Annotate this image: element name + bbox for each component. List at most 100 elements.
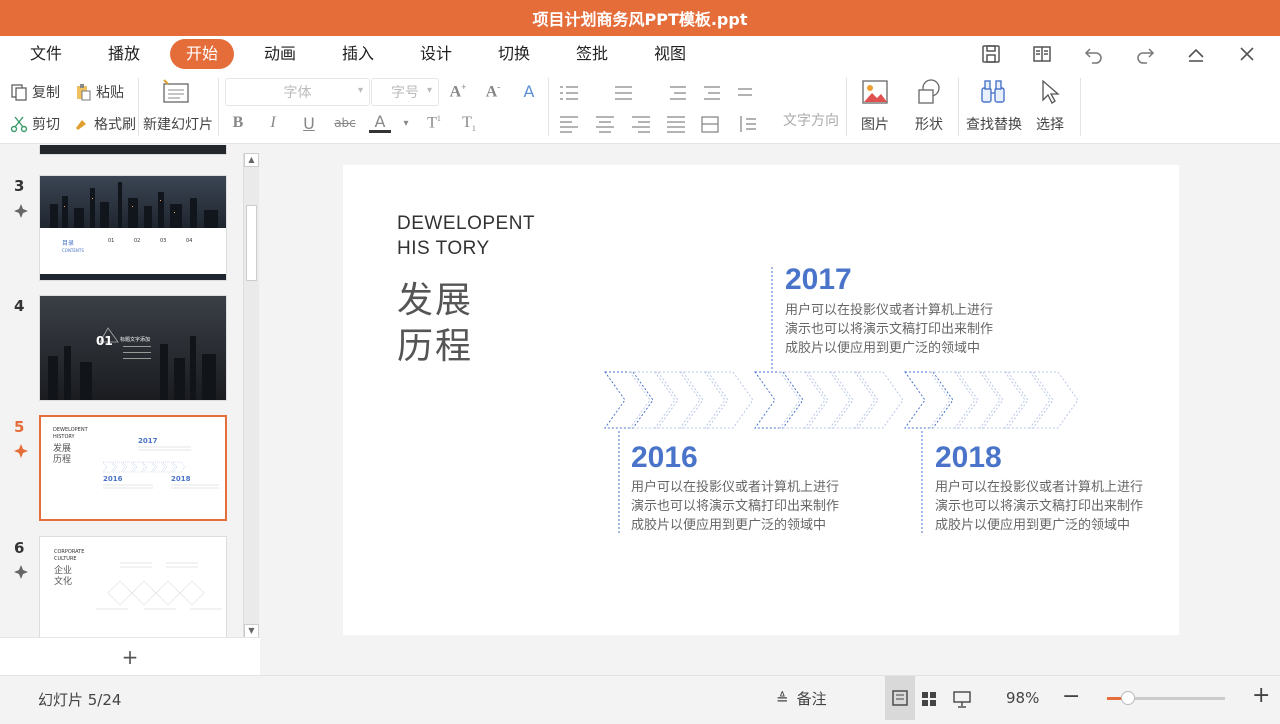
zoom-level: 98% xyxy=(1006,689,1040,707)
zoom-in-button[interactable]: + xyxy=(1252,683,1270,708)
find-replace-button[interactable]: 查找替换 xyxy=(962,114,1026,134)
close-icon[interactable] xyxy=(1235,42,1259,66)
save-icon[interactable] xyxy=(979,42,1003,66)
chevron-down-icon: ▾ xyxy=(426,85,432,96)
scroll-up-arrow[interactable]: ▲ xyxy=(244,153,259,167)
milestone-year: 2018 xyxy=(935,441,1002,474)
thumbnail-scrollbar[interactable]: ▲ ▼ xyxy=(243,153,259,638)
slide-number: 3 xyxy=(14,177,25,195)
slide-thumbnail[interactable]: 01 标题文字添加 xyxy=(39,295,227,401)
italic-icon[interactable]: I xyxy=(262,114,284,132)
normal-view-icon xyxy=(892,690,908,706)
grid-icon xyxy=(922,692,936,706)
slide-sorter-button[interactable] xyxy=(920,690,938,708)
format-painter-button[interactable]: 格式刷 xyxy=(74,114,136,134)
strikethrough-icon[interactable]: abc xyxy=(333,116,357,130)
transition-icon xyxy=(14,444,28,458)
chevron-down-icon[interactable]: ▾ xyxy=(396,118,416,129)
font-size-select[interactable]: 字号 ▾ xyxy=(371,78,439,106)
font-color-icon[interactable]: A xyxy=(369,114,391,133)
text-direction-button[interactable]: 文字方向 xyxy=(783,110,839,130)
cut-button[interactable]: 剪切 xyxy=(10,114,60,134)
copy-button[interactable]: 复制 xyxy=(10,82,60,102)
thumb-item: 01 xyxy=(108,238,115,244)
redo-icon[interactable] xyxy=(1133,42,1157,66)
new-slide-icon xyxy=(160,78,192,108)
ribbon-toolbar: 复制 粘贴 剪切 格式刷 新建幻灯片 字体 ▾ 字号 ▾ A+ A- A B I… xyxy=(0,72,1280,144)
underline-icon[interactable]: U xyxy=(298,114,320,133)
increase-font-icon[interactable]: A+ xyxy=(447,82,469,101)
menu-view[interactable]: 视图 xyxy=(638,39,702,69)
thumb-badge: 01 xyxy=(96,334,113,348)
reading-mode-icon[interactable] xyxy=(1030,42,1054,66)
thumb-diamonds xyxy=(96,562,222,610)
status-bar: 幻灯片 5/24 ≜ 备注 98% − + xyxy=(0,675,1280,720)
binoculars-icon xyxy=(979,78,1007,106)
menu-bar: 文件 播放 开始 动画 插入 设计 切换 签批 视图 xyxy=(0,36,1280,72)
cut-label: 剪切 xyxy=(32,117,60,133)
font-size-placeholder: 字号 xyxy=(391,85,419,101)
subscript-icon[interactable]: T1 xyxy=(458,114,480,133)
shape-button[interactable]: 形状 xyxy=(910,114,948,134)
slide-panel: 3 目录 CONTENTS 01 02 03 04 4 01 标题文字添加 5 … xyxy=(0,145,260,675)
new-slide-button[interactable]: 新建幻灯片 xyxy=(141,114,215,134)
select-button[interactable]: 选择 xyxy=(1031,114,1069,134)
transition-icon xyxy=(14,565,28,579)
menu-annotate[interactable]: 签批 xyxy=(560,39,624,69)
slideshow-button[interactable] xyxy=(952,689,972,709)
font-family-select[interactable]: 字体 ▾ xyxy=(225,78,370,106)
font-family-placeholder: 字体 xyxy=(283,85,312,101)
milestone-year: 2016 xyxy=(631,441,698,474)
clear-format-icon[interactable]: A xyxy=(518,82,540,101)
scroll-thumb[interactable] xyxy=(246,205,257,281)
milestone-year: 2017 xyxy=(785,263,852,296)
menu-insert[interactable]: 插入 xyxy=(326,39,390,69)
thumb-item: 03 xyxy=(160,238,167,244)
menu-animation[interactable]: 动画 xyxy=(248,39,312,69)
scroll-down-arrow[interactable]: ▼ xyxy=(244,624,259,638)
cursor-icon xyxy=(1038,78,1062,106)
picture-icon xyxy=(861,78,889,106)
thumb-item: 02 xyxy=(134,238,141,244)
menu-design[interactable]: 设计 xyxy=(404,39,468,69)
menu-home[interactable]: 开始 xyxy=(170,39,234,69)
slide-thumbnail-list: 3 目录 CONTENTS 01 02 03 04 4 01 标题文字添加 5 … xyxy=(0,145,242,637)
timeline-graphic xyxy=(604,267,1079,533)
paste-icon xyxy=(77,84,91,101)
paragraph-list-icons[interactable] xyxy=(560,84,780,102)
slide-thumbnail[interactable]: CORPORATE CULTURE 企业 文化 xyxy=(39,536,227,637)
milestone-text: 用户可以在投影仪或者计算机上进行演示也可以将演示文稿打印出来制作成胶片以便应用到… xyxy=(935,480,1144,533)
zoom-slider-thumb[interactable] xyxy=(1121,691,1135,705)
notes-button[interactable]: ≜ 备注 xyxy=(776,688,827,709)
paste-label: 粘贴 xyxy=(96,85,124,101)
picture-button[interactable]: 图片 xyxy=(856,114,894,134)
format-painter-label: 格式刷 xyxy=(94,117,136,133)
alignment-icons[interactable] xyxy=(560,114,780,134)
menu-transition[interactable]: 切换 xyxy=(482,39,546,69)
slide-thumbnail-selected[interactable]: DEWELOPENT HISTORY 发展 历程 2017 2016 2018 xyxy=(39,415,227,521)
zoom-out-button[interactable]: − xyxy=(1062,684,1080,709)
copy-label: 复制 xyxy=(32,85,60,101)
document-title: 项目计划商务风PPT模板.ppt xyxy=(532,10,748,29)
bold-icon[interactable]: B xyxy=(227,114,249,132)
superscript-icon[interactable]: T1 xyxy=(423,114,445,132)
add-slide-button[interactable]: + xyxy=(0,637,260,675)
milestone-text: 用户可以在投影仪或者计算机上进行演示也可以将演示文稿打印出来制作成胶片以便应用到… xyxy=(631,480,840,533)
copy-icon xyxy=(11,84,27,101)
chevron-down-icon: ▾ xyxy=(357,85,363,96)
normal-view-button[interactable] xyxy=(885,676,915,720)
decrease-font-icon[interactable]: A- xyxy=(482,82,504,101)
collapse-ribbon-icon[interactable] xyxy=(1184,42,1208,66)
slide-thumbnail[interactable]: 目录 CONTENTS 01 02 03 04 xyxy=(39,175,227,281)
paste-button[interactable]: 粘贴 xyxy=(74,82,124,102)
menu-file[interactable]: 文件 xyxy=(14,39,78,69)
menu-play[interactable]: 播放 xyxy=(92,39,156,69)
city-photo xyxy=(40,176,226,228)
slide-thumbnail[interactable] xyxy=(39,145,227,155)
slide-number: 6 xyxy=(14,539,25,557)
slide-number: 4 xyxy=(14,297,25,315)
slide-canvas[interactable]: DEWELOPENT HIS TORY 发展 历程 2017 用户可以在投影仪或… xyxy=(343,165,1179,635)
thumb-caption2: CONTENTS xyxy=(62,248,84,253)
zoom-slider[interactable] xyxy=(1107,691,1225,705)
undo-icon[interactable] xyxy=(1082,42,1106,66)
